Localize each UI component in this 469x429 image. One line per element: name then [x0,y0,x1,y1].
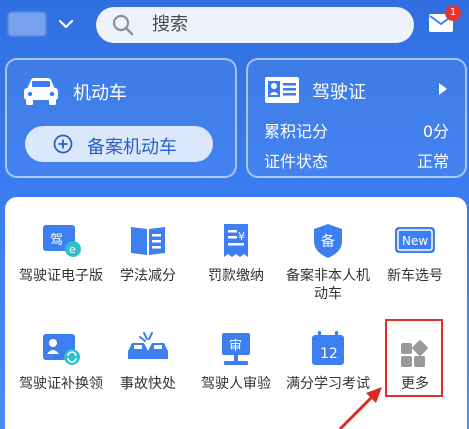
status-label: 证件状态 [264,152,329,171]
search-bar[interactable]: 搜索 [96,7,414,43]
service-label: 事故快处 [120,376,176,392]
search-placeholder: 搜索 [152,14,188,35]
audit-icon: 审 [222,333,250,365]
new-plate-icon: New [395,227,435,253]
service-full-score-study[interactable]: 12 满分学习考试 [285,329,371,393]
arrow-annotation [338,387,382,429]
points-label: 累积记分 [264,122,329,141]
service-driver-audit[interactable]: 审 驾驶人审验 [193,329,279,393]
service-license-replace[interactable]: 驾驶证补换领 [18,329,104,393]
top-bar: 搜索 1 [0,0,469,52]
register-vehicle-label: 备案机动车 [87,137,177,158]
accident-icon [128,332,168,359]
service-label: 新车选号 [387,268,443,284]
chevron-down-icon[interactable] [56,14,76,34]
calendar-icon-text: 12 [320,346,338,362]
plus-circle-icon [53,134,73,154]
service-label: 备案非本人机动车 [286,268,370,302]
e-license-icon: 驾 e [43,225,81,257]
license-replace-icon [43,334,80,365]
notification-badge: 1 [445,5,461,21]
service-e-license[interactable]: 驾 e 驾驶证电子版 [18,221,104,285]
service-study-deduct[interactable]: 学法减分 [105,221,191,285]
shield-icon-text: 备 [321,233,335,250]
e-license-icon-text: 驾 [50,233,63,248]
license-card-icon [265,77,299,103]
service-label: 罚款缴纳 [208,268,264,284]
service-label: 学法减分 [120,268,176,284]
service-label: 驾驶证电子版 [19,268,103,284]
license-card[interactable]: 驾驶证 累积记分 0分 证件状态 正常 [246,58,467,178]
service-label: 驾驶证补换领 [19,376,103,392]
service-fine-payment[interactable]: ¥ 罚款缴纳 [193,221,279,285]
chevron-right-icon[interactable] [438,82,448,96]
service-register-other-vehicle[interactable]: 备 备案非本人机动车 [285,221,371,303]
vehicle-card[interactable]: 机动车 备案机动车 [5,58,237,178]
service-new-plate[interactable]: New 新车选号 [372,221,458,285]
svg-text:e: e [69,243,76,256]
points-value: 0分 [422,122,449,141]
book-icon [131,227,165,255]
status-value: 正常 [416,152,449,171]
register-vehicle-button[interactable]: 备案机动车 [25,126,213,162]
license-title: 驾驶证 [312,82,366,103]
svg-text:¥: ¥ [238,230,245,243]
service-label: 驾驶人审验 [201,376,271,392]
shield-register-icon: 备 [314,224,342,258]
service-panel: 驾 e 驾驶证电子版 学法减分 ¥ 罚款缴纳 备 备案非本人机动车 New 新车… [5,197,467,429]
audit-icon-text: 审 [229,339,242,354]
service-accident[interactable]: 事故快处 [105,329,191,393]
car-icon [24,78,58,105]
vehicle-title: 机动车 [73,83,127,104]
new-plate-icon-text: New [402,234,428,248]
highlight-box [385,319,443,397]
calendar-12-icon: 12 [312,331,344,365]
fine-receipt-icon: ¥ [224,224,248,257]
city-selector[interactable] [8,12,46,36]
search-icon [112,14,134,36]
